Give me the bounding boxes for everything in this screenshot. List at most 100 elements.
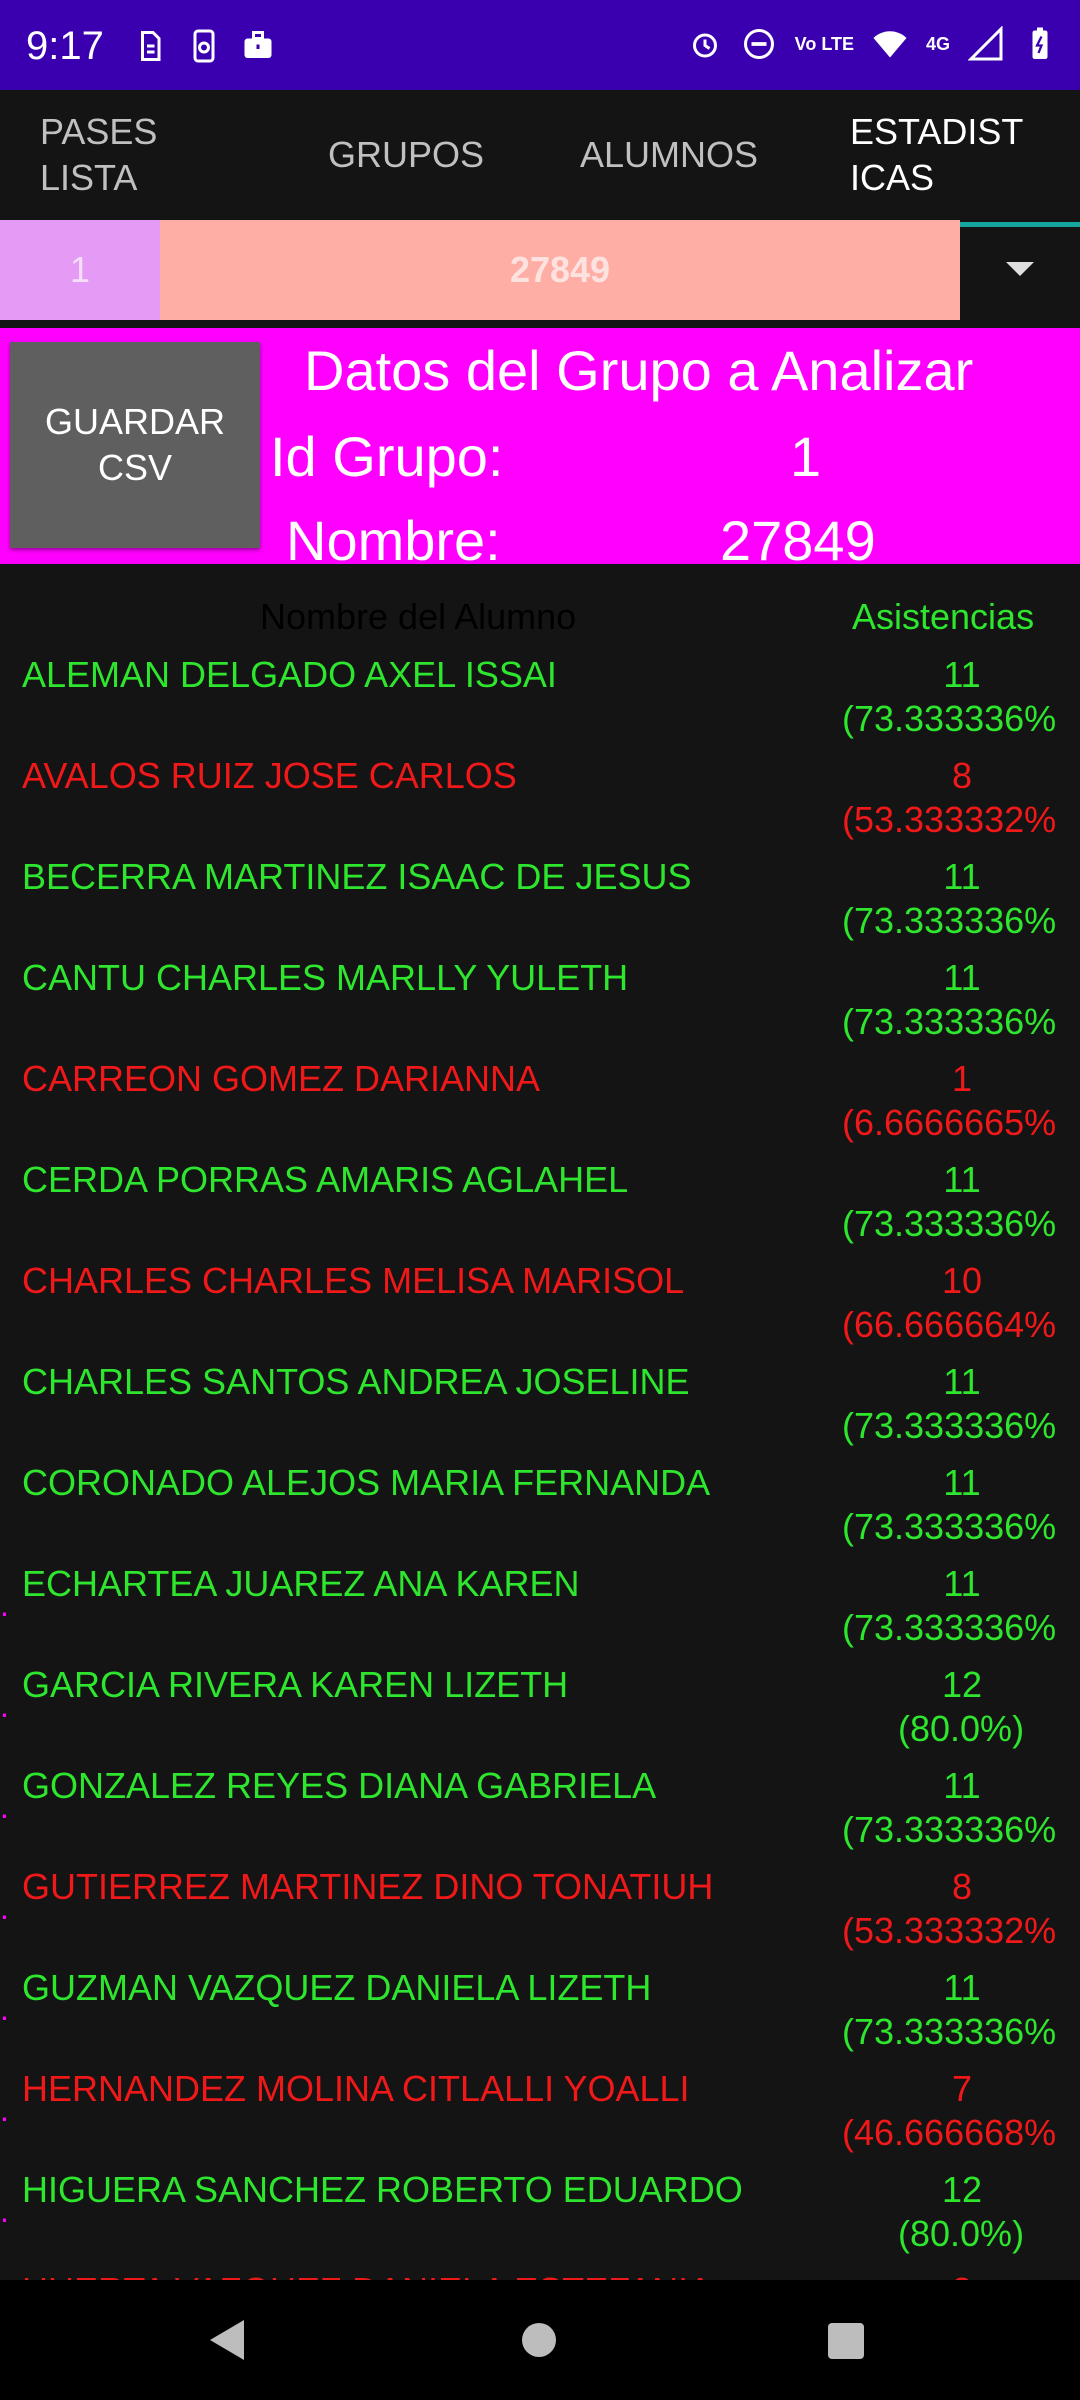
group-name-label: Nombre: [286, 509, 501, 564]
attendance-count: 8 [951, 1866, 973, 1907]
list-item[interactable]: CARREON GOMEZ DARIANNA 1 (6.6666665% [0, 1054, 1080, 1155]
attendance-count: 7 [951, 2068, 973, 2109]
row-marker: . [0, 1890, 9, 1926]
attendance-percent: (73.333336% [842, 1203, 1057, 1244]
briefcase-icon [240, 28, 276, 64]
attendance-percent: (73.333336% [842, 698, 1057, 739]
network-type: 4G [925, 34, 950, 54]
row-marker: . [0, 1789, 9, 1825]
selector-group-id[interactable]: 1 [0, 220, 160, 320]
attendance-percent: (53.333332% [842, 799, 1057, 840]
list-item[interactable]: . GONZALEZ REYES DIANA GABRIELA 11 (73.3333… [0, 1761, 1080, 1862]
attendance-count: 8 [922, 2270, 1002, 2280]
home-icon[interactable] [522, 2323, 556, 2357]
student-name: CERDA PORRAS AMARIS AGLAHEL [22, 1159, 629, 1200]
group-name-value: 27849 [720, 509, 876, 564]
status-left-icons [132, 28, 276, 64]
attendance-count: 11 [943, 654, 981, 695]
attendance-count: 11 [943, 1159, 981, 1200]
attendance-percent: (73.333336% [842, 1607, 1057, 1648]
navigation-bar [0, 2280, 1080, 2400]
signal-icon [968, 26, 1004, 62]
list-item[interactable]: . GUTIERREZ MARTINEZ DINO TONATIUH 8 (53.33… [0, 1862, 1080, 1963]
student-name: HUERTA VAZQUEZ DANIELA ESTEFANIA [22, 2270, 712, 2280]
list-item[interactable]: CHARLES CHARLES MELISA MARISOL 10 (66.6666… [0, 1256, 1080, 1357]
attendance-count: 11 [943, 1361, 981, 1402]
selector-group-name[interactable]: 27849 [160, 220, 960, 320]
student-name: GUTIERREZ MARTINEZ DINO TONATIUH [22, 1866, 714, 1907]
list-item[interactable]: . ECHARTEA JUAREZ ANA KAREN 11 (73.333336% [0, 1559, 1080, 1660]
list-item[interactable]: .HUERTA VAZQUEZ DANIELA ESTEFANIA8 [0, 2266, 1080, 2280]
student-name: GARCIA RIVERA KAREN LIZETH [22, 1664, 569, 1705]
do-not-disturb-icon [741, 26, 777, 62]
attendance-percent: (53.333332% [842, 1910, 1057, 1951]
row-marker: . [0, 2193, 9, 2229]
list-item[interactable]: BECERRA MARTINEZ ISAAC DE JESUS 11 (73.333… [0, 852, 1080, 953]
recents-icon[interactable] [828, 2323, 864, 2359]
student-name: HERNANDEZ MOLINA CITLALLI YOALLI [22, 2068, 690, 2109]
attendance-percent: (73.333336% [842, 1506, 1057, 1547]
status-right-icons: Vo LTE 4G [687, 26, 1058, 62]
list-item[interactable]: CERDA PORRAS AMARIS AGLAHEL 11 (73.333336% [0, 1155, 1080, 1256]
student-list[interactable]: ALEMAN DELGADO AXEL ISSAI 11 (73.333336% AV… [0, 650, 1080, 2280]
list-item[interactable]: CANTU CHARLES MARLLY YULETH 11 (73.333336% [0, 953, 1080, 1054]
battery-icon [1022, 26, 1058, 62]
tab-grupos[interactable]: GRUPOS [328, 90, 484, 220]
attendance-count: 12 [941, 1664, 983, 1705]
student-name: HIGUERA SANCHEZ ROBERTO EDUARDO [22, 2169, 743, 2210]
sim-card-icon [132, 28, 168, 64]
attendance-count: 8 [951, 755, 973, 796]
attendance-count: 11 [943, 1563, 981, 1604]
attendance-count: 1 [951, 1058, 973, 1099]
status-bar: 9:17 Vo LTE 4G [0, 0, 1080, 90]
student-name: CHARLES SANTOS ANDREA JOSELINE [22, 1361, 690, 1402]
phone-sync-icon [186, 28, 222, 64]
student-name: GONZALEZ REYES DIANA GABRIELA [22, 1765, 657, 1806]
volte-icon: Vo LTE [794, 34, 854, 54]
student-name: CANTU CHARLES MARLLY YULETH [22, 957, 629, 998]
list-item[interactable]: . GUZMAN VAZQUEZ DANIELA LIZETH 11 (73.3333… [0, 1963, 1080, 2064]
list-item[interactable]: . HIGUERA SANCHEZ ROBERTO EDUARDO 12 (80.0%… [0, 2165, 1080, 2266]
student-name: CARREON GOMEZ DARIANNA [22, 1058, 541, 1099]
list-item[interactable]: CORONADO ALEJOS MARIA FERNANDA 11 (73.3333… [0, 1458, 1080, 1559]
list-item[interactable]: CHARLES SANTOS ANDREA JOSELINE 11 (73.3333… [0, 1357, 1080, 1458]
list-item[interactable]: ALEMAN DELGADO AXEL ISSAI 11 (73.333336% [0, 650, 1080, 751]
attendance-count: 11 [943, 957, 981, 998]
attendance-count: 11 [943, 1967, 981, 2008]
group-info-panel: GUARDAR CSV Datos del Grupo a Analizar I… [0, 328, 1080, 564]
group-id-value: 1 [790, 425, 822, 488]
tab-alumnos[interactable]: ALUMNOS [580, 90, 758, 220]
tab-estadisticas[interactable]: ESTADIST ICAS [850, 90, 1023, 220]
back-icon[interactable] [210, 2320, 244, 2360]
alarm-icon [687, 26, 723, 62]
group-selector[interactable]: 1 27849 [0, 220, 1080, 320]
row-marker: . [0, 1991, 9, 2027]
attendance-percent: (73.333336% [842, 1809, 1057, 1850]
list-item[interactable]: AVALOS RUIZ JOSE CARLOS 8 (53.333332% [0, 751, 1080, 852]
dropdown-arrow-icon[interactable] [1006, 262, 1034, 276]
save-csv-button[interactable]: GUARDAR CSV [10, 342, 260, 548]
student-name: ALEMAN DELGADO AXEL ISSAI [22, 654, 557, 695]
attendance-count: 11 [943, 856, 981, 897]
attendance-count: 11 [943, 1765, 981, 1806]
student-name: CHARLES CHARLES MELISA MARISOL [22, 1260, 685, 1301]
column-header-name: Nombre del Alumno [260, 596, 577, 637]
tab-pases-lista[interactable]: PASES LISTA [40, 90, 157, 220]
student-name: BECERRA MARTINEZ ISAAC DE JESUS [22, 856, 692, 897]
attendance-percent: (73.333336% [842, 1001, 1057, 1042]
attendance-count: 10 [941, 1260, 983, 1301]
list-item[interactable]: . HERNANDEZ MOLINA CITLALLI YOALLI 7 (46.66… [0, 2064, 1080, 2165]
attendance-percent: (73.333336% [842, 900, 1057, 941]
group-id-label: Id Grupo: [270, 425, 504, 488]
student-name: GUZMAN VAZQUEZ DANIELA LIZETH [22, 1967, 652, 2008]
column-header-attendance: Asistencias [852, 596, 1035, 637]
panel-title: Datos del Grupo a Analizar [304, 339, 974, 402]
tab-bar: PASES LISTA GRUPOS ALUMNOS ESTADIST ICAS [0, 90, 1080, 220]
attendance-count: 12 [941, 2169, 983, 2210]
wifi-icon [872, 26, 908, 62]
attendance-percent: (73.333336% [842, 2011, 1057, 2052]
attendance-percent: (6.6666665% [842, 1102, 1057, 1143]
attendance-percent: (46.666668% [842, 2112, 1057, 2153]
attendance-percent: (73.333336% [842, 1405, 1057, 1446]
list-item[interactable]: . GARCIA RIVERA KAREN LIZETH 12 (80.0%) [0, 1660, 1080, 1761]
